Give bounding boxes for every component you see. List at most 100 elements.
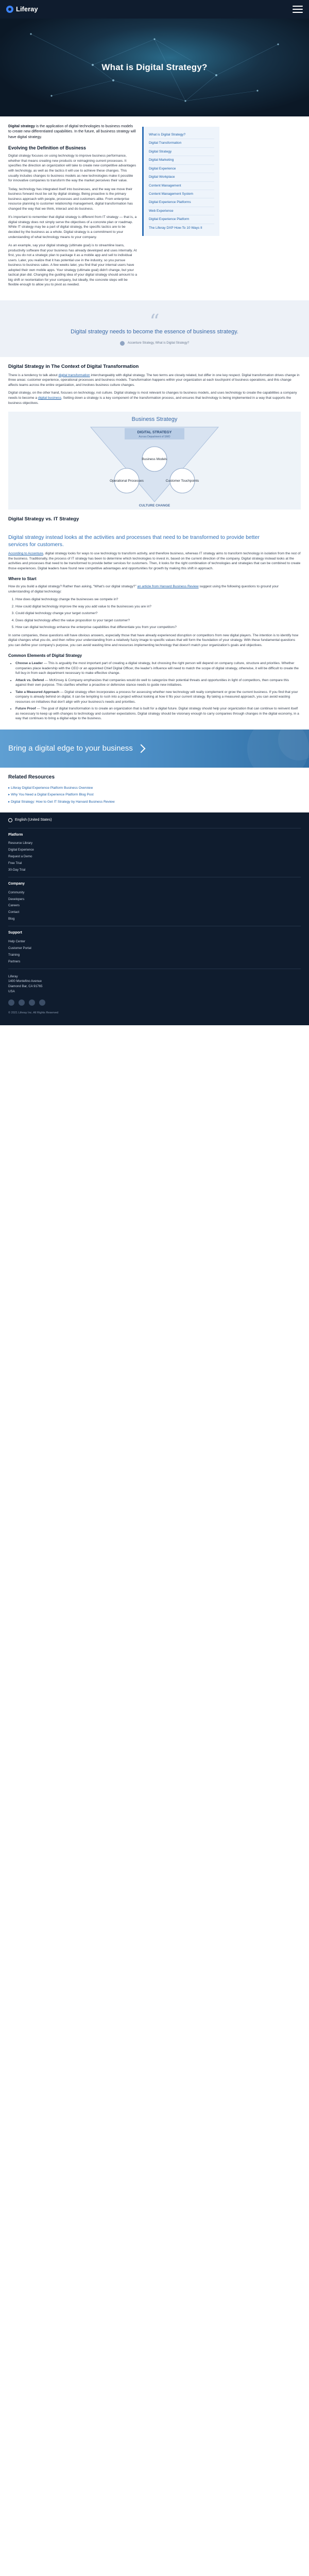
paragraph: As an example, say your digital strategy… xyxy=(8,244,137,287)
twitter-icon[interactable] xyxy=(19,999,25,1006)
toc-item[interactable]: Content Management System xyxy=(149,190,214,199)
highlight-quote: Digital strategy instead looks at the ac… xyxy=(0,526,309,551)
hamburger-menu-icon[interactable] xyxy=(293,6,303,13)
footer-link[interactable]: Contact xyxy=(8,909,301,916)
related-link[interactable]: Digital Strategy: How to Get IT Strategy… xyxy=(8,799,301,806)
company-address: Liferay 1400 Montefino Avenue Diamond Bar,… xyxy=(8,969,301,995)
diagram-graphic: DIGITAL STRATEGY Across Department of SM… xyxy=(90,427,219,507)
diagram-center-label: Business Models xyxy=(142,457,167,461)
hbr-article-link[interactable]: an article from Harvard Business Review xyxy=(138,585,199,588)
paragraph: It's important to remember that digital … xyxy=(8,215,137,239)
footer-link[interactable]: Customer Portal xyxy=(8,945,301,952)
business-strategy-diagram: Business Strategy DIGITAL STRATEGY Acros… xyxy=(8,412,301,510)
list-item: Does digital technology affect the value… xyxy=(15,618,301,623)
intro-content: Digital strategy is the application of d… xyxy=(8,124,137,291)
related-link[interactable]: Why You Need a Digital Experience Platfo… xyxy=(8,791,301,799)
hero-banner: What is Digital Strategy? xyxy=(0,19,309,116)
address-line: Diamond Bar, CA 91765 xyxy=(8,985,43,989)
toc-item[interactable]: What is Digital Strategy? xyxy=(149,131,214,140)
accenture-link[interactable]: According to Accenture xyxy=(8,552,43,555)
paragraph: In some companies, these questions will … xyxy=(8,633,299,647)
footer-link[interactable]: Training xyxy=(8,952,301,959)
intro-lead: Digital strategy is the application of d… xyxy=(8,124,136,139)
paragraph: According to Accenture, digital strategy… xyxy=(8,552,301,570)
list-item-title: Attack vs. Defend xyxy=(15,678,44,682)
section-heading: Digital Strategy vs. IT Strategy xyxy=(8,516,79,522)
footer-group-list: Help Center Customer Portal Training Partne… xyxy=(8,939,301,965)
quote-share-label: Accenture Strategy, What is Digital Stra… xyxy=(127,342,190,345)
footer-link[interactable]: 30-Day Trial xyxy=(8,867,301,874)
footer-link[interactable]: Blog xyxy=(8,916,301,923)
common-elements-list: Choose a Leader — This is arguably the m… xyxy=(15,661,301,721)
footer-group-list: Community Developers Careers Contact Blog xyxy=(8,890,301,923)
list-item: How does digital technology change the b… xyxy=(15,597,301,602)
footer-link[interactable]: Community xyxy=(8,890,301,896)
vs-body: According to Accenture, digital strategy… xyxy=(0,551,309,721)
diagram-right-label: Customer Touchpoints xyxy=(166,479,199,483)
cta-banner[interactable]: Bring a digital edge to your business xyxy=(0,730,309,768)
intro-section: Digital strategy is the application of d… xyxy=(0,116,309,291)
footer-link[interactable]: Help Center xyxy=(8,939,301,945)
social-links xyxy=(8,999,301,1006)
toc-item[interactable]: Digital Workplace xyxy=(149,173,214,182)
footer-link[interactable]: Partners xyxy=(8,959,301,965)
related-link[interactable]: Liferay Digital Experience Platform Busi… xyxy=(8,785,301,792)
footer-link[interactable]: Careers xyxy=(8,903,301,909)
digital-business-link[interactable]: digital business xyxy=(38,396,61,400)
questions-list: How does digital technology change the b… xyxy=(15,597,301,630)
list-item: Choose a Leader — This is arguably the m… xyxy=(15,661,301,676)
list-item: How can digital technology enhance the e… xyxy=(15,625,301,630)
toc-item[interactable]: Digital Strategy xyxy=(149,148,214,157)
toc-item[interactable]: Digital Experience xyxy=(149,165,214,174)
address-line: 1400 Montefino Avenue xyxy=(8,979,42,984)
footer-link[interactable]: Request a Demo xyxy=(8,854,301,860)
brand-logo[interactable]: Liferay xyxy=(6,5,38,14)
list-item-title: Future Proof xyxy=(15,707,36,711)
footer-link[interactable]: Digital Experience xyxy=(8,847,301,854)
related-title: Related Resources xyxy=(8,774,55,781)
toc-item[interactable]: Digital Marketing xyxy=(149,156,214,165)
diagram-bottom-label: CULTURE CHANGE xyxy=(139,504,170,507)
quote-mark-icon: “ xyxy=(149,310,160,333)
youtube-icon[interactable] xyxy=(39,999,45,1006)
footer-group: Company Community Developers Careers Contact… xyxy=(8,877,301,927)
pull-quote: “ Digital strategy needs to become the e… xyxy=(0,300,309,358)
site-footer: English (United States) Platform Resource… xyxy=(0,812,309,1026)
language-selector[interactable]: English (United States) xyxy=(8,818,301,829)
footer-link[interactable]: Resource Library xyxy=(8,840,301,847)
related-resources: Related Resources Liferay Digital Experi… xyxy=(0,768,309,812)
linkedin-icon[interactable] xyxy=(29,999,35,1006)
toc-item[interactable]: The Liferay DXP How-To 10 Ways II xyxy=(149,224,214,232)
list-item: How could digital technology improve the… xyxy=(15,604,301,609)
list-item-text: — This is arguably the most important pa… xyxy=(15,662,299,675)
footer-group: Platform Resource Library Digital Experien… xyxy=(8,828,301,878)
digital-transformation-link[interactable]: digital transformation xyxy=(59,374,90,377)
facebook-icon[interactable] xyxy=(8,999,14,1006)
context-section: Digital Strategy in The Context of Digit… xyxy=(0,363,309,405)
list-item-text: — McKinsey & Company emphasizes that com… xyxy=(15,678,289,687)
arrow-right-icon xyxy=(136,744,146,753)
address-line: Liferay xyxy=(8,974,18,978)
toc-item[interactable]: Web Experience xyxy=(149,207,214,216)
footer-group: Support Help Center Customer Portal Trainin… xyxy=(8,926,301,969)
section-subheading: Common Elements of Digital Strategy xyxy=(8,653,82,658)
footer-link[interactable]: Free Trial xyxy=(8,860,301,867)
list-item: Attack vs. Defend — McKinsey & Company e… xyxy=(15,678,301,688)
globe-icon xyxy=(8,818,12,823)
vs-section: Digital Strategy vs. IT Strategy xyxy=(0,516,309,523)
language-label: English (United States) xyxy=(15,818,52,822)
list-item: Could digital technology change your tar… xyxy=(15,611,301,616)
footer-group-list: Resource Library Digital Experience Reques… xyxy=(8,840,301,874)
list-item: Future Proof — The goal of digital trans… xyxy=(15,706,301,721)
paragraph: Today, technology has integrated itself … xyxy=(8,187,133,211)
toc-item[interactable]: Digital Transformation xyxy=(149,139,214,148)
list-item-title: Choose a Leader xyxy=(15,662,43,666)
toc-item[interactable]: Content Management xyxy=(149,182,214,190)
toc-item[interactable]: Digital Experience Platforms xyxy=(149,198,214,207)
quote-text: Digital strategy needs to become the ess… xyxy=(71,329,238,335)
diagram-top-label: DIGITAL STRATEGY xyxy=(138,431,172,434)
toc-item[interactable]: Digital Experience Platform xyxy=(149,215,214,224)
quote-share[interactable]: Accenture Strategy, What is Digital Stra… xyxy=(119,341,190,346)
paragraph: Digital strategy, on the other hand, foc… xyxy=(8,391,297,405)
footer-link[interactable]: Developers xyxy=(8,896,301,903)
